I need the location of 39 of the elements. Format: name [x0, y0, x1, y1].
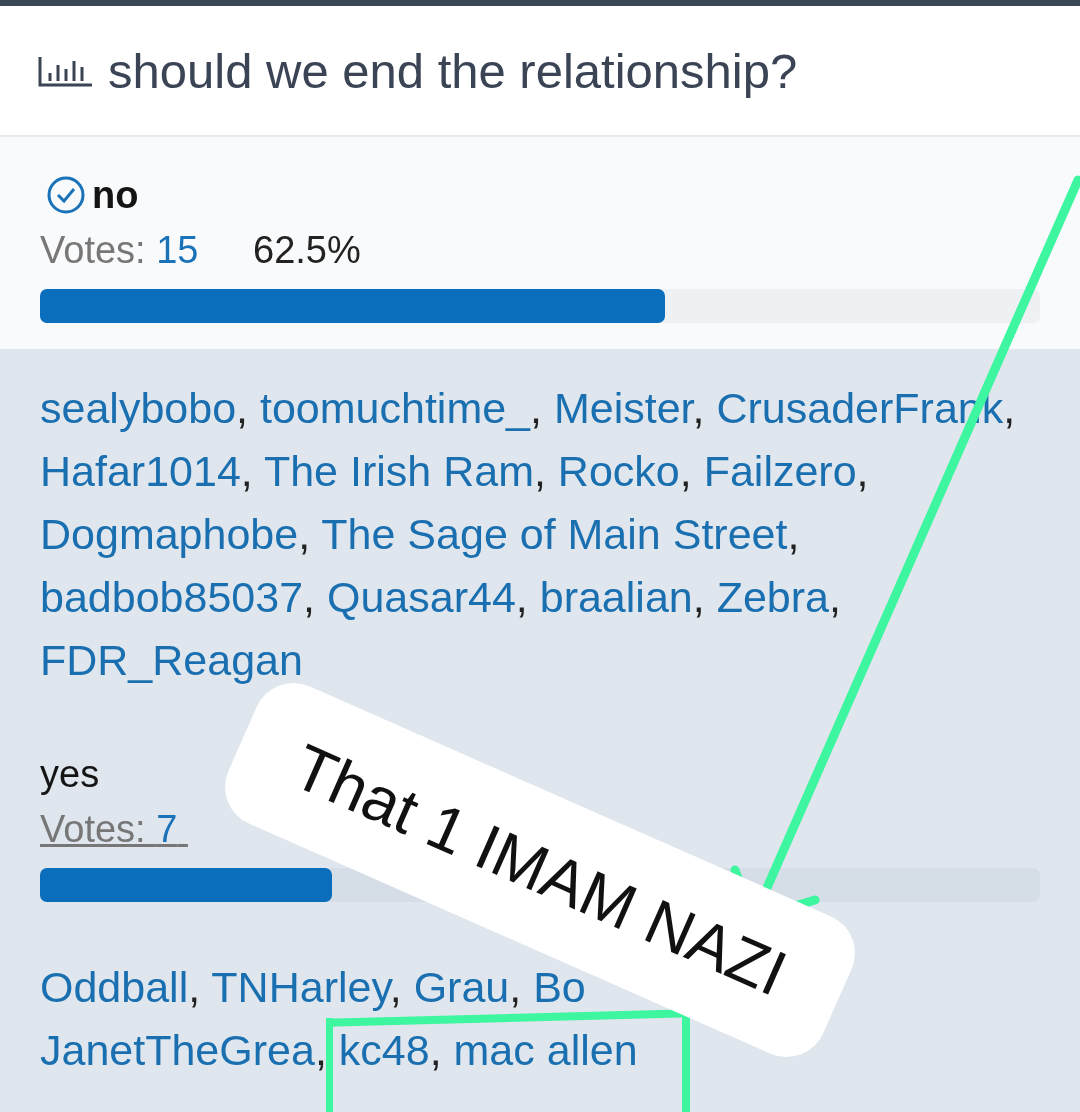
option-label: no [92, 173, 139, 217]
comma-separator: , [533, 447, 546, 495]
voter-link[interactable]: Dogmaphobe [40, 510, 299, 558]
voter-link[interactable]: The Irish Ram [263, 447, 534, 495]
voter-link[interactable]: toomuchtime_ [259, 384, 531, 432]
option-label: yes [40, 752, 100, 796]
comma-separator: , [188, 963, 201, 1011]
voter-link[interactable]: TNHarley [211, 963, 390, 1011]
comma-separator: , [530, 384, 542, 432]
voter-link[interactable]: sealybobo [40, 384, 237, 432]
comma-separator: , [303, 573, 315, 621]
vote-percent: 62.5% [253, 229, 361, 273]
comma-separator: , [236, 384, 248, 432]
voter-link[interactable]: Quasar44 [326, 573, 516, 621]
voter-link[interactable]: Failzero [703, 447, 857, 495]
comma-separator: , [298, 510, 311, 558]
comma-separator: , [856, 447, 869, 495]
check-circle-icon [46, 175, 86, 215]
voter-link[interactable]: Oddball [40, 963, 189, 1011]
votes-label: Votes: 15 [40, 229, 200, 273]
comma-separator: , [679, 447, 692, 495]
poll-title: should we end the relationship? [108, 42, 798, 99]
voter-link[interactable]: braalian [539, 573, 693, 621]
comma-separator: , [509, 963, 522, 1011]
voter-link[interactable]: Hafar1014 [40, 447, 241, 495]
comma-separator: , [787, 510, 800, 558]
comma-separator: , [240, 447, 253, 495]
comma-separator: , [692, 573, 705, 621]
voter-link[interactable]: Rocko [557, 447, 680, 495]
comma-separator: , [1003, 384, 1016, 432]
bar-chart-icon [38, 54, 94, 87]
comma-separator: , [515, 573, 528, 621]
voter-link[interactable]: Meister [553, 384, 693, 432]
voter-link[interactable]: The Sage of Main Street [321, 510, 788, 558]
voter-link[interactable]: Grau [413, 963, 510, 1011]
voter-link[interactable]: Zebra [716, 573, 829, 621]
voter-link[interactable]: Bo [533, 963, 586, 1011]
comma-separator: , [828, 573, 841, 621]
voter-link[interactable]: badbob85037 [40, 573, 304, 621]
